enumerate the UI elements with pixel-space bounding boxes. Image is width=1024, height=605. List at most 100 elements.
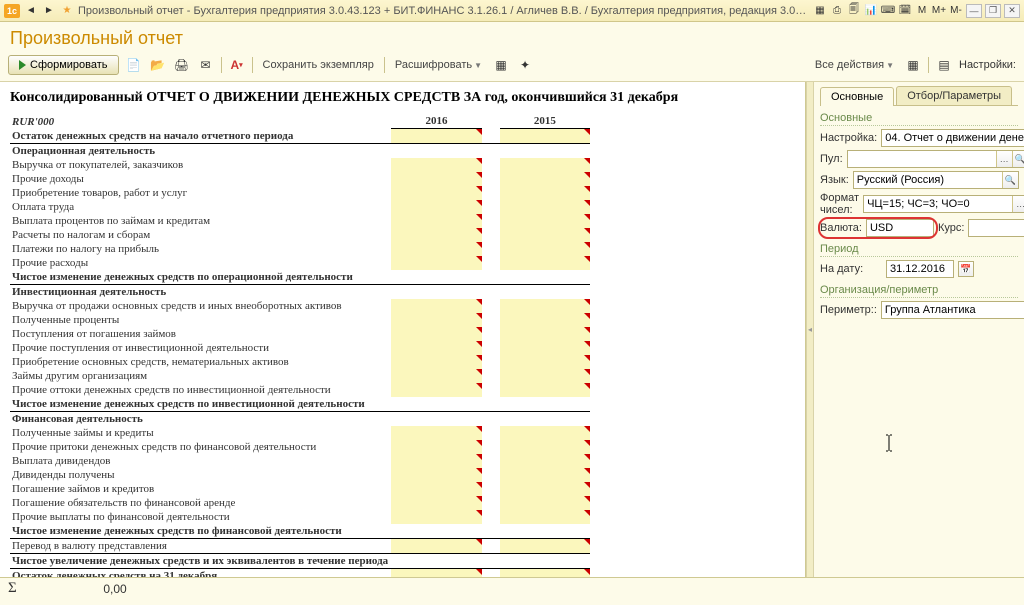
tool-icon-6[interactable]: 🗓 xyxy=(898,4,912,18)
minimize-button[interactable]: — xyxy=(966,4,982,18)
ellipsis-icon[interactable]: … xyxy=(996,151,1012,167)
cell-year2[interactable] xyxy=(500,313,590,327)
cell-year1[interactable] xyxy=(391,186,481,200)
table-icon[interactable]: ▦ xyxy=(904,56,922,74)
calendar-icon[interactable]: 📅 xyxy=(958,261,974,277)
numfmt-input[interactable]: … xyxy=(863,195,1024,213)
cell-year1[interactable] xyxy=(391,172,481,186)
cell-year1[interactable] xyxy=(391,369,481,383)
cell-year2[interactable] xyxy=(500,496,590,510)
excel-icon[interactable]: ▦ xyxy=(492,56,510,74)
perimeter-input[interactable]: …✕🔍 xyxy=(881,301,1024,319)
lookup-icon[interactable]: 🔍 xyxy=(1002,172,1018,188)
cell-year2[interactable] xyxy=(500,553,590,568)
cell-year2[interactable] xyxy=(500,426,590,440)
cell-year1[interactable] xyxy=(391,482,481,496)
all-actions-link[interactable]: Все действия▼ xyxy=(811,57,898,73)
cell-year2[interactable] xyxy=(500,158,590,172)
cell-year1[interactable] xyxy=(391,228,481,242)
nav-back-icon[interactable]: ◄ xyxy=(24,4,38,18)
tool-icon-3[interactable]: 🗐 xyxy=(847,4,861,18)
cell-year2[interactable] xyxy=(500,256,590,270)
cell-year2[interactable] xyxy=(500,454,590,468)
cell-year1[interactable] xyxy=(391,313,481,327)
cell-year2[interactable] xyxy=(500,383,590,397)
cell-year1[interactable] xyxy=(391,355,481,369)
tool-icon-4[interactable]: 📊 xyxy=(864,4,878,18)
rate-input[interactable] xyxy=(968,219,1024,237)
pane-collapse-handle[interactable]: ◂ xyxy=(806,82,814,577)
cell-year1[interactable] xyxy=(391,256,481,270)
cell-year2[interactable] xyxy=(500,440,590,454)
cell-year2[interactable] xyxy=(500,568,590,577)
cell-year1[interactable] xyxy=(391,568,481,577)
cell-year1[interactable] xyxy=(391,383,481,397)
save-copy-link[interactable]: Сохранить экземпляр xyxy=(259,57,378,73)
cell-year1[interactable] xyxy=(391,538,481,553)
cell-year1[interactable] xyxy=(391,200,481,214)
cell-year2[interactable] xyxy=(500,411,590,426)
cell-year2[interactable] xyxy=(500,355,590,369)
memory-m[interactable]: M xyxy=(915,4,929,18)
cell-year1[interactable] xyxy=(391,270,481,285)
cell-year2[interactable] xyxy=(500,510,590,524)
currency-input[interactable]: … xyxy=(866,219,934,237)
cell-year1[interactable] xyxy=(391,553,481,568)
cell-year2[interactable] xyxy=(500,299,590,313)
decode-link[interactable]: Расшифровать▼ xyxy=(391,57,486,73)
cell-year2[interactable] xyxy=(500,214,590,228)
cell-year1[interactable] xyxy=(391,143,481,158)
cell-year1[interactable] xyxy=(391,284,481,299)
cell-year1[interactable] xyxy=(391,397,481,412)
setting-input[interactable]: …🔍 xyxy=(881,129,1024,147)
cell-year2[interactable] xyxy=(500,228,590,242)
cell-year1[interactable] xyxy=(391,440,481,454)
cell-year2[interactable] xyxy=(500,468,590,482)
date-input[interactable] xyxy=(886,260,954,278)
memory-mminus[interactable]: M- xyxy=(949,4,963,18)
copy-icon[interactable]: 📄 xyxy=(125,56,143,74)
cell-year1[interactable] xyxy=(391,341,481,355)
cell-year2[interactable] xyxy=(500,129,590,144)
nav-fwd-icon[interactable]: ► xyxy=(42,4,56,18)
cell-year1[interactable] xyxy=(391,299,481,313)
memory-mplus[interactable]: M+ xyxy=(932,4,946,18)
cell-year2[interactable] xyxy=(500,538,590,553)
cell-year1[interactable] xyxy=(391,426,481,440)
lang-input[interactable]: 🔍 xyxy=(853,171,1019,189)
lookup-icon[interactable]: 🔍 xyxy=(1012,151,1024,167)
cell-year2[interactable] xyxy=(500,172,590,186)
settings-toggle-icon[interactable]: ▤ xyxy=(935,56,953,74)
pool-input[interactable]: …🔍 xyxy=(847,150,1024,168)
report-area[interactable]: Консолидированный ОТЧЕТ О ДВИЖЕНИИ ДЕНЕЖ… xyxy=(0,82,806,577)
cell-year1[interactable] xyxy=(391,214,481,228)
cell-year1[interactable] xyxy=(391,129,481,144)
font-icon[interactable]: A▾ xyxy=(228,56,246,74)
cell-year2[interactable] xyxy=(500,270,590,285)
tool-icon-5[interactable]: ⌨ xyxy=(881,4,895,18)
cell-year1[interactable] xyxy=(391,510,481,524)
open-icon[interactable]: 📂 xyxy=(149,56,167,74)
cell-year2[interactable] xyxy=(500,524,590,539)
favorite-icon[interactable]: ★ xyxy=(60,4,74,18)
maximize-button[interactable]: ❐ xyxy=(985,4,1001,18)
tab-main[interactable]: Основные xyxy=(820,87,894,106)
cell-year1[interactable] xyxy=(391,327,481,341)
cell-year2[interactable] xyxy=(500,482,590,496)
tab-filter[interactable]: Отбор/Параметры xyxy=(896,86,1012,105)
cell-year1[interactable] xyxy=(391,411,481,426)
cell-year1[interactable] xyxy=(391,496,481,510)
print-icon[interactable]: 🖨 xyxy=(173,56,191,74)
cell-year2[interactable] xyxy=(500,397,590,412)
sparkle-icon[interactable]: ✦ xyxy=(516,56,534,74)
cell-year1[interactable] xyxy=(391,524,481,539)
ellipsis-icon[interactable]: … xyxy=(1012,196,1024,212)
cell-year2[interactable] xyxy=(500,341,590,355)
cell-year1[interactable] xyxy=(391,158,481,172)
cell-year2[interactable] xyxy=(500,327,590,341)
cell-year2[interactable] xyxy=(500,369,590,383)
cell-year1[interactable] xyxy=(391,454,481,468)
cell-year2[interactable] xyxy=(500,284,590,299)
generate-button[interactable]: Сформировать xyxy=(8,55,119,75)
tool-icon-1[interactable]: ▦ xyxy=(813,4,827,18)
